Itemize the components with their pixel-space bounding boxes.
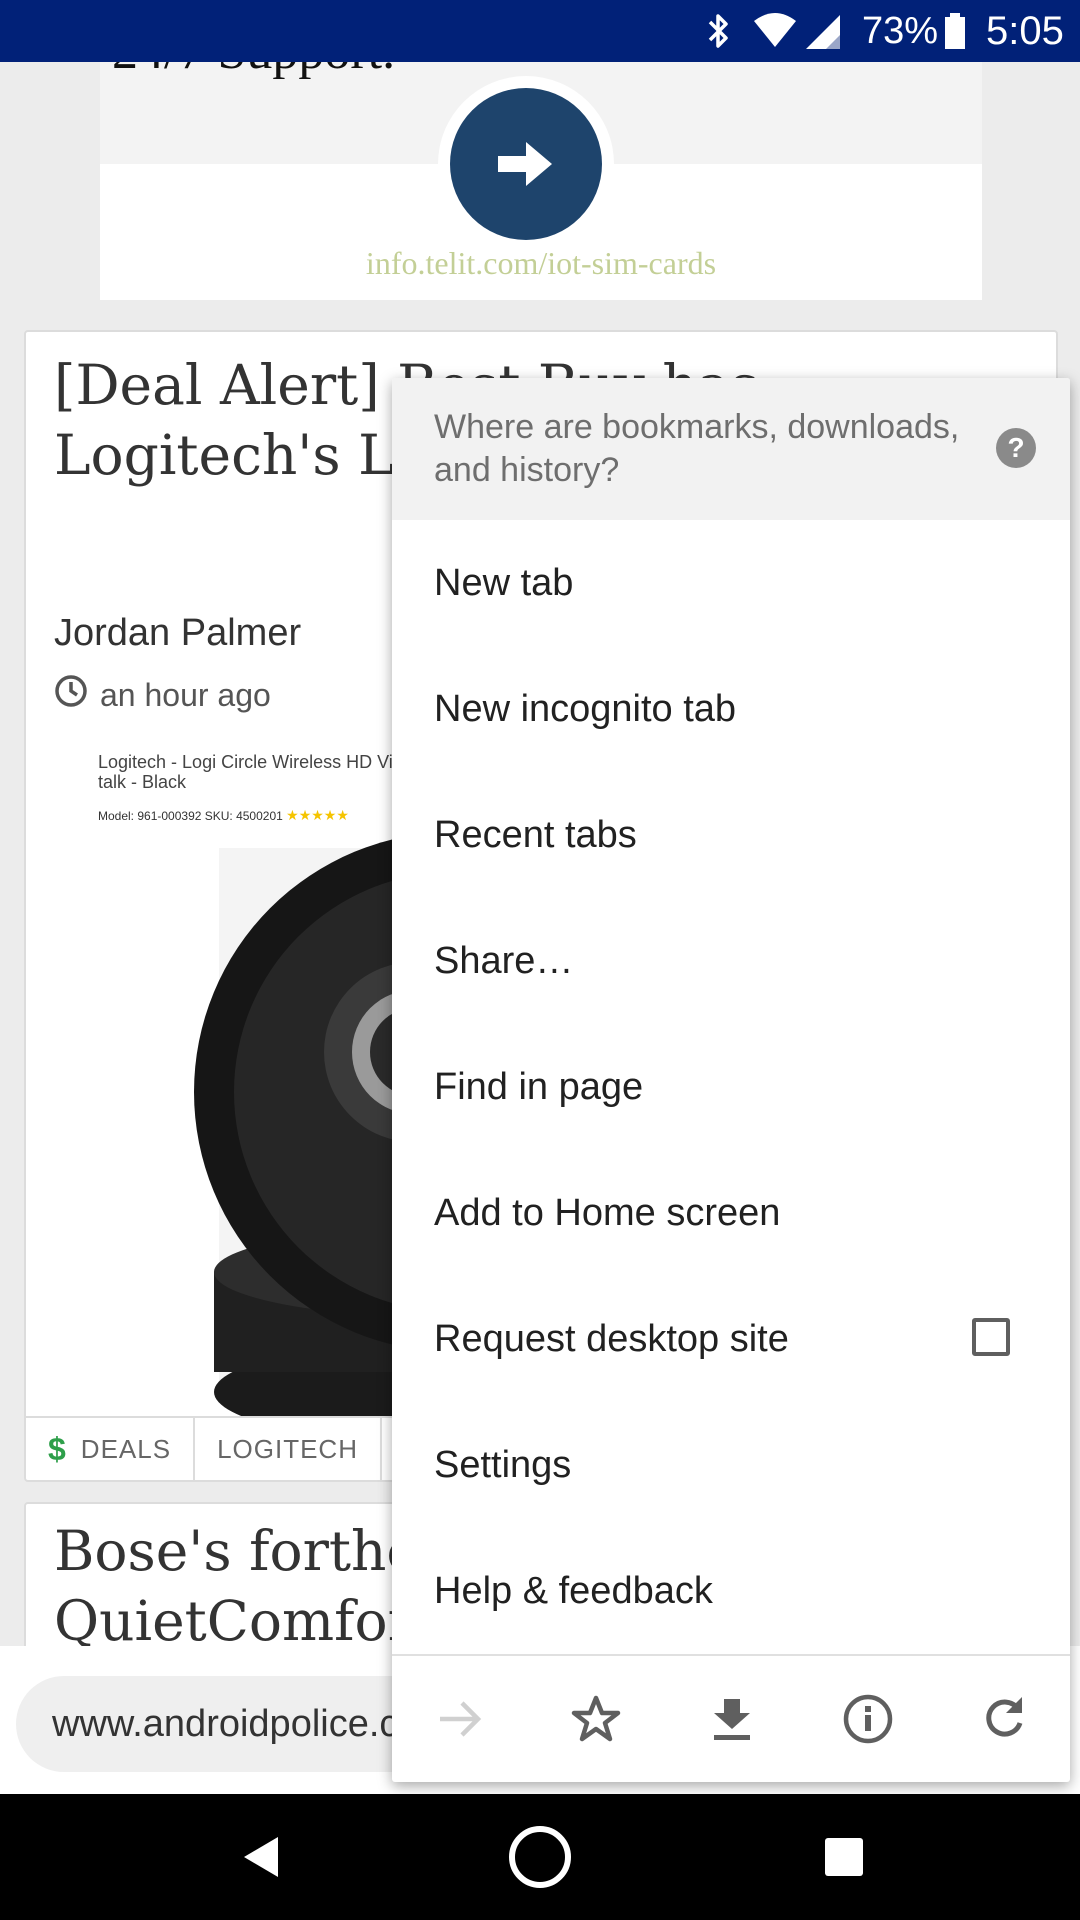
menu-item-new-tab[interactable]: New tab <box>392 520 1070 646</box>
menu-item-label: Help & feedback <box>434 1569 713 1612</box>
menu-item-new-incognito-tab[interactable]: New incognito tab <box>392 646 1070 772</box>
bookmark-button[interactable] <box>528 1656 664 1782</box>
menu-item-recent-tabs[interactable]: Recent tabs <box>392 772 1070 898</box>
bluetooth-icon <box>704 0 734 62</box>
download-icon <box>714 1699 750 1740</box>
menu-item-settings[interactable]: Settings <box>392 1402 1070 1528</box>
desktop-site-checkbox[interactable] <box>972 1318 1010 1356</box>
status-bar: 73% 5:05 <box>0 0 1080 62</box>
navigation-bar <box>0 1794 1080 1920</box>
help-icon[interactable]: ? <box>996 428 1036 468</box>
menu-header-text: Where are bookmarks, downloads, and hist… <box>434 408 960 489</box>
back-icon <box>244 1837 278 1877</box>
menu-item-label: Find in page <box>434 1065 644 1108</box>
menu-item-label: New tab <box>434 561 574 604</box>
back-nav-button[interactable] <box>200 1794 320 1920</box>
forward-button[interactable] <box>392 1656 528 1782</box>
battery-percent: 73% <box>862 9 939 52</box>
menu-item-help-feedback[interactable]: Help & feedback <box>392 1528 1070 1654</box>
dollar-icon: $ <box>48 1430 67 1467</box>
article-author[interactable]: Jordan Palmer <box>54 612 301 655</box>
clock: 5:05 <box>986 8 1064 53</box>
menu-item-share[interactable]: Share… <box>392 898 1070 1024</box>
menu-item-add-to-home-screen[interactable]: Add to Home screen <box>392 1150 1070 1276</box>
page-info-button[interactable] <box>800 1656 936 1782</box>
home-nav-button[interactable] <box>480 1794 600 1920</box>
menu-item-label: Request desktop site <box>434 1317 789 1360</box>
reload-button[interactable] <box>936 1656 1070 1782</box>
product-image[interactable]: Logitech - Logi Circle Wireless HD Video… <box>54 752 434 1416</box>
signal-icon <box>804 0 842 62</box>
camera-image: lo <box>194 832 434 1416</box>
menu-item-label: Share… <box>434 939 574 982</box>
battery-icon <box>944 0 966 62</box>
wifi-icon <box>752 0 798 62</box>
bookmark-star-icon <box>571 1695 621 1742</box>
ad-banner[interactable]: 24/7 Support. info.telit.com/iot-sim-car… <box>100 62 982 300</box>
menu-item-find-in-page[interactable]: Find in page <box>392 1024 1070 1150</box>
reload-icon <box>986 1697 1023 1737</box>
ad-url[interactable]: info.telit.com/iot-sim-cards <box>100 245 982 282</box>
menu-item-label: Settings <box>434 1443 572 1486</box>
article-time-row: an hour ago <box>54 674 271 716</box>
ad-arrow-button[interactable] <box>438 76 614 252</box>
clock-icon <box>54 674 88 716</box>
tag-deals[interactable]: $ DEALS <box>26 1418 196 1480</box>
menu-item-label: New incognito tab <box>434 687 737 730</box>
home-icon <box>509 1826 571 1888</box>
overflow-menu: Where are bookmarks, downloads, and hist… <box>392 378 1070 1782</box>
recents-nav-button[interactable] <box>784 1794 904 1920</box>
download-button[interactable] <box>664 1656 800 1782</box>
info-icon <box>843 1694 893 1744</box>
menu-item-request-desktop-site[interactable]: Request desktop site <box>392 1276 1070 1402</box>
recents-icon <box>825 1838 863 1876</box>
article-title-2[interactable]: Bose's fortho QuietComfor <box>54 1516 434 1646</box>
ad-headline: 24/7 Support. <box>112 62 395 81</box>
menu-item-label: Recent tabs <box>434 813 637 856</box>
menu-item-label: Add to Home screen <box>434 1191 781 1234</box>
forward-icon <box>440 1701 482 1737</box>
tag-logitech[interactable]: LOGITECH <box>195 1418 382 1480</box>
article-time: an hour ago <box>100 676 271 713</box>
menu-toolbar <box>392 1656 1070 1782</box>
menu-header[interactable]: Where are bookmarks, downloads, and hist… <box>392 378 1070 520</box>
arrow-right-icon <box>450 88 602 240</box>
